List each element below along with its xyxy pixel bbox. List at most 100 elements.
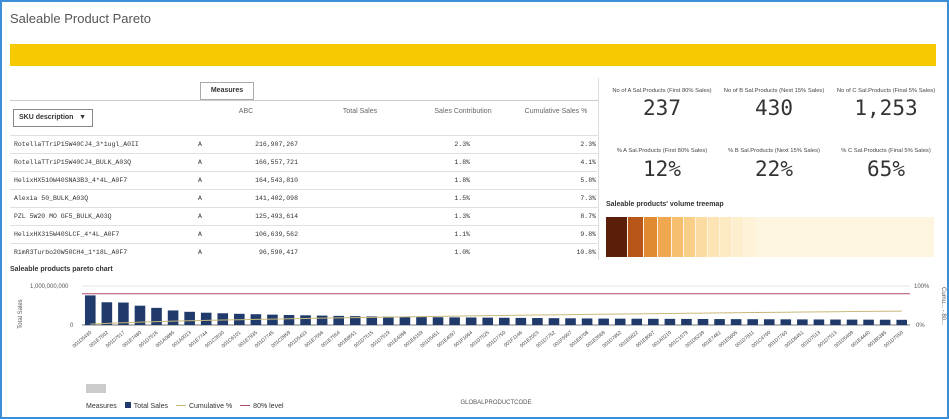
cell-total-sales: 164,543,810 bbox=[255, 177, 298, 184]
treemap-cell[interactable] bbox=[756, 217, 934, 257]
bar bbox=[383, 316, 394, 325]
pareto-chart[interactable]: 1,000,000,000 0 100% 0% Total Sales Cumu... -… bbox=[0, 276, 949, 416]
treemap-cell[interactable] bbox=[628, 217, 644, 257]
cell-cumulative: 5.8% bbox=[580, 177, 596, 184]
kpi-label-c-count: No of C Sal.Products (Final 5% Sales) bbox=[836, 88, 936, 94]
bar bbox=[763, 319, 775, 325]
header-sales-contribution[interactable]: Sales Contribution bbox=[418, 108, 508, 115]
header-total-sales[interactable]: Total Sales bbox=[320, 108, 400, 115]
cell-sales-contribution: 1.8% bbox=[454, 159, 470, 166]
kpi-value-c-count: 1,253 bbox=[854, 96, 918, 120]
kpi-value-a-pct: 12% bbox=[643, 157, 681, 181]
legend-80-level[interactable]: 80% level bbox=[240, 403, 284, 410]
sku-dropdown-label: SKU description bbox=[19, 114, 74, 121]
table-row[interactable]: RotellaTTriP15W40CJ4_BULK_A03Q A 166,557,7… bbox=[10, 153, 598, 171]
kpi-label-a-count: No of A Sal.Products (First 80% Sales) bbox=[612, 88, 712, 94]
header-abc[interactable]: ABC bbox=[226, 108, 266, 115]
y2-tick-top: 100% bbox=[914, 284, 930, 290]
cell-sku: RimR3Turbo20W50CH4_1*18L_A0F7 bbox=[14, 249, 128, 256]
bar bbox=[118, 302, 129, 325]
bar bbox=[432, 317, 444, 325]
cell-abc: A bbox=[198, 213, 202, 220]
page-title: Saleable Product Pareto bbox=[10, 11, 151, 26]
cell-abc: A bbox=[198, 159, 202, 166]
header-cumulative-sales[interactable]: Cumulative Sales % bbox=[514, 108, 598, 115]
table-row[interactable]: HelixHX315W40SLCF_4*4L_A0F7 A 106,639,562 1… bbox=[10, 225, 598, 243]
bar bbox=[465, 317, 477, 325]
table-row[interactable]: RimR3Turbo20W50CH4_1*18L_A0F7 A 96,590,417… bbox=[10, 243, 598, 261]
bar bbox=[797, 319, 808, 325]
table-row[interactable]: HelixHX510W40SNA3B3_4*4L_A0F7 A 164,543,81… bbox=[10, 171, 598, 189]
bar bbox=[581, 318, 593, 325]
treemap-cell[interactable] bbox=[744, 217, 756, 257]
cell-sku: HelixHX315W40SLCF_4*4L_A0F7 bbox=[14, 231, 120, 238]
cell-cumulative: 9.8% bbox=[580, 231, 596, 238]
sku-description-dropdown[interactable]: SKU description ▼ bbox=[13, 109, 93, 127]
cell-cumulative: 10.8% bbox=[576, 249, 596, 256]
cell-total-sales: 125,493,614 bbox=[255, 213, 298, 220]
measures-tab[interactable]: Measures bbox=[200, 82, 254, 100]
bar bbox=[532, 318, 543, 325]
kpi-value-a-count: 237 bbox=[643, 96, 681, 120]
table-header-divider bbox=[10, 100, 598, 101]
cell-sku: RotellaTTriP15W40CJ4_3*1ugl_A0II bbox=[14, 141, 139, 148]
cell-abc: A bbox=[198, 249, 202, 256]
legend-cumulative[interactable]: Cumulative % bbox=[175, 403, 232, 410]
bar bbox=[548, 318, 560, 325]
bar bbox=[830, 319, 841, 325]
kpi-value-c-pct: 65% bbox=[867, 157, 905, 181]
legend-total-sales[interactable]: Total Sales bbox=[124, 402, 168, 410]
treemap-cell[interactable] bbox=[606, 217, 628, 257]
bar bbox=[283, 315, 295, 325]
bar bbox=[648, 318, 659, 325]
cell-total-sales: 141,402,098 bbox=[255, 195, 298, 202]
treemap-cell[interactable] bbox=[720, 217, 732, 257]
y-axis-label: Total Sales bbox=[18, 299, 24, 328]
banner-bar bbox=[10, 44, 936, 66]
bar bbox=[151, 307, 162, 325]
treemap-title: Saleable products' volume treemap bbox=[606, 201, 724, 208]
cell-sales-contribution: 1.5% bbox=[454, 195, 470, 202]
cell-abc: A bbox=[198, 177, 202, 184]
cell-sku: PZL 5W20 MO GF5_BULK_A03Q bbox=[14, 213, 112, 220]
legend-total-label: Total Sales bbox=[133, 403, 168, 410]
cell-sku: HelixHX510W40SNA3B3_4*4L_A0F7 bbox=[14, 177, 128, 184]
bar bbox=[200, 312, 212, 325]
kpi-label-b-pct: % B Sal.Products (Next 15% Sales) bbox=[728, 148, 820, 154]
bar bbox=[167, 310, 179, 325]
cumulative-line bbox=[90, 310, 902, 325]
chart-scrollbar-thumb[interactable] bbox=[86, 384, 106, 393]
bar bbox=[863, 319, 874, 325]
bar bbox=[184, 311, 195, 325]
treemap-cell[interactable] bbox=[672, 217, 684, 257]
bar bbox=[482, 317, 494, 325]
bar bbox=[631, 318, 643, 325]
treemap-cell[interactable] bbox=[684, 217, 696, 257]
table-row[interactable]: RotellaTTriP15W40CJ4_3*1ugl_A0II A 216,907… bbox=[10, 135, 598, 153]
x-axis-label: GLOBALPRODUCTCODE bbox=[460, 400, 531, 406]
treemap-cell[interactable] bbox=[732, 217, 744, 257]
table-row[interactable]: Alexia 50_BULK_A03Q A 141,402,098 1.5% 7.3% bbox=[10, 189, 598, 207]
bar bbox=[614, 318, 626, 325]
treemap-cell[interactable] bbox=[708, 217, 720, 257]
chart-legend: Measures Total Sales Cumulative % 80% le… bbox=[86, 402, 284, 410]
treemap-cell[interactable] bbox=[696, 217, 708, 257]
cell-sku: RotellaTTriP15W40CJ4_BULK_A03Q bbox=[14, 159, 132, 166]
cell-sales-contribution: 2.3% bbox=[454, 141, 470, 148]
kpi-label-b-count: No of B Sal.Products (Next 15% Sales) bbox=[723, 88, 825, 94]
cell-cumulative: 4.1% bbox=[580, 159, 596, 166]
treemap-cell[interactable] bbox=[644, 217, 658, 257]
y-tick-zero: 0 bbox=[70, 323, 74, 329]
bar bbox=[747, 319, 758, 325]
cell-cumulative: 8.7% bbox=[580, 213, 596, 220]
sku-table: Measures SKU description ▼ ABC Total Sal… bbox=[10, 78, 598, 260]
legend-swatch-cumulative bbox=[175, 405, 186, 407]
legend-swatch-total bbox=[124, 402, 131, 408]
bar bbox=[896, 319, 908, 325]
volume-treemap[interactable] bbox=[606, 217, 936, 257]
bar bbox=[565, 318, 576, 325]
table-row[interactable]: PZL 5W20 MO GF5_BULK_A03Q A 125,493,614 1.3… bbox=[10, 207, 598, 225]
treemap-cell[interactable] bbox=[658, 217, 672, 257]
bar bbox=[84, 295, 96, 325]
cell-sales-contribution: 1.8% bbox=[454, 177, 470, 184]
